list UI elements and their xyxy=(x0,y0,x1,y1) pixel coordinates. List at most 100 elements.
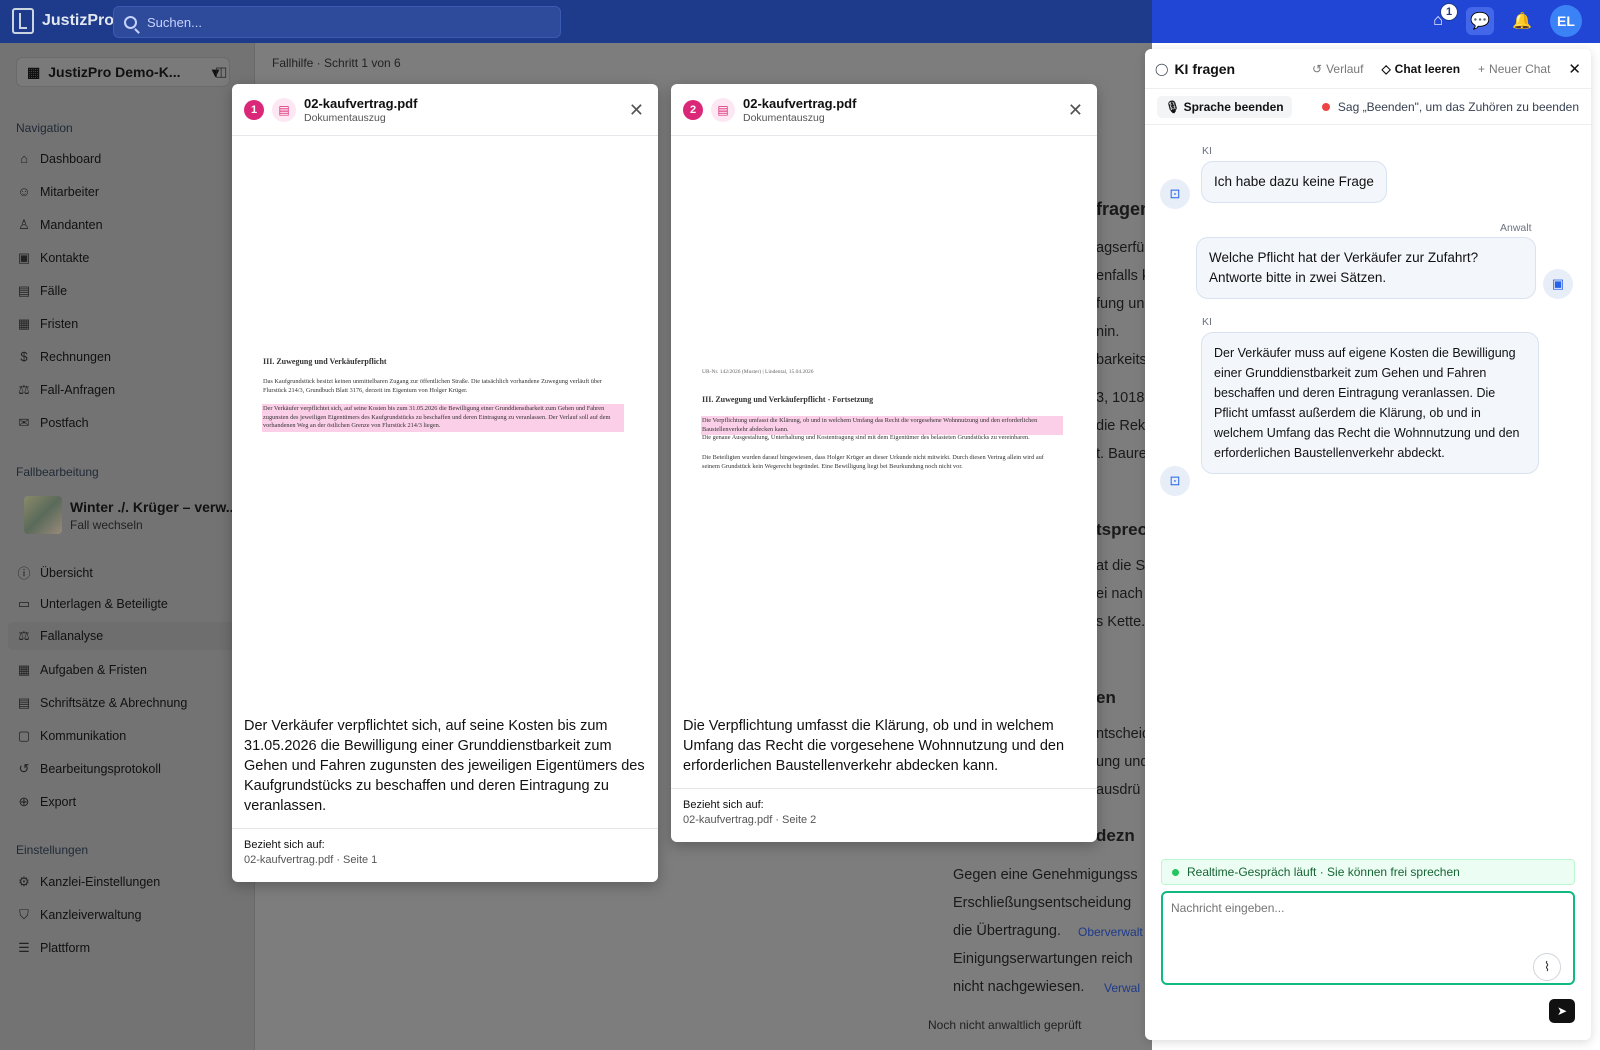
notification-count-badge: 1 xyxy=(1440,3,1458,21)
stop-voice-button[interactable]: 🎙 Sprache beenden xyxy=(1157,95,1292,118)
excerpt-text: Die Verpflichtung umfasst die Klärung, o… xyxy=(683,718,1065,774)
info-icon: ⓘ xyxy=(17,566,31,581)
dashboard-icon: ⌂ xyxy=(20,151,28,166)
chat-bubble-icon: 💬 xyxy=(1470,13,1490,30)
bg-fragment: ei nach xyxy=(1096,586,1143,602)
message-list[interactable]: KI ⊡ Ich habe dazu keine Frage Anwalt We… xyxy=(1145,125,1591,825)
close-icon[interactable]: ✕ xyxy=(629,100,644,121)
nav-unterlagen[interactable]: ▭ Unterlagen & Beteiligte xyxy=(16,596,168,612)
inbox-tray-button[interactable]: ⌂ 1 xyxy=(1424,3,1458,35)
bg-fragment: die Rek xyxy=(1096,418,1146,434)
nav-mandanten[interactable]: ♙ Mandanten xyxy=(16,217,103,233)
reference-label: Bezieht sich auf: xyxy=(683,799,764,811)
nav-kanzleiverwaltung[interactable]: ⛉ Kanzleiverwaltung xyxy=(16,907,141,923)
excerpt-number-badge: 1 xyxy=(244,99,264,120)
section-settings: Einstellungen xyxy=(16,843,89,857)
briefcase-icon: ▤ xyxy=(17,283,31,298)
nav-label: Übersicht xyxy=(40,565,93,580)
workspace-name: JustizPro Demo-K... xyxy=(48,64,181,80)
nav-label: Kommunikation xyxy=(40,729,127,743)
bg-fragment: agserfü xyxy=(1096,240,1145,256)
nav-rechnungen[interactable]: $ Rechnungen xyxy=(16,349,111,364)
nav-plattform[interactable]: ☰ Plattform xyxy=(16,940,90,956)
user-avatar[interactable]: EL xyxy=(1550,5,1582,37)
chat-toggle-button[interactable]: 💬 xyxy=(1466,7,1494,35)
modal-subtitle: Dokumentauszug xyxy=(743,111,825,124)
nav-postfach[interactable]: ✉ Postfach xyxy=(16,415,89,431)
workspace-selector[interactable]: ▦ JustizPro Demo-K... ▾ xyxy=(16,57,230,87)
top-bar-actions: ⌂ 1 💬 🔔 EL xyxy=(1424,3,1582,37)
bg-fragment: Verwal xyxy=(1104,981,1141,995)
nav-faelle[interactable]: ▤ Fälle xyxy=(16,283,67,299)
nav-label: Rechnungen xyxy=(40,349,111,364)
nav-fall-anfragen[interactable]: ⚖ Fall-Anfragen xyxy=(16,382,115,398)
export-icon: ⊕ xyxy=(18,794,30,809)
close-chat-icon[interactable]: ✕ xyxy=(1568,60,1581,78)
reference-source[interactable]: 02-kaufvertrag.pdf · Seite 2 xyxy=(683,814,1085,826)
live-dot xyxy=(1172,868,1179,876)
calendar-icon: ▦ xyxy=(17,316,31,331)
nav-kanzlei-einstellungen[interactable]: ⚙ Kanzlei-Einstellungen xyxy=(16,874,160,890)
nav-dashboard[interactable]: ⌂ Dashboard xyxy=(16,151,101,166)
modal-header: 1 ▤ 02-kaufvertrag.pdf Dokumentauszug ✕ xyxy=(232,84,658,136)
nav-schriftsaetze[interactable]: ▤ Schriftsätze & Abrechnung xyxy=(16,695,187,711)
case-title: Winter ./. Krüger – verw... xyxy=(70,498,238,515)
sidebar-collapse-button[interactable]: ◫ xyxy=(215,64,227,80)
clear-chat-button[interactable]: ◇ Chat leeren xyxy=(1381,62,1460,76)
ai-chat-panel: ◯ KI fragen ↺ Verlauf ◇ Chat leeren + Neuer… xyxy=(1145,49,1591,1040)
listening-indicator: Sag „Beenden", um das Zuhören zu beenden xyxy=(1321,100,1579,114)
gear-icon: ⚙ xyxy=(18,874,30,889)
close-icon[interactable]: ✕ xyxy=(1068,100,1083,121)
new-chat-button[interactable]: + Neuer Chat xyxy=(1478,62,1550,76)
inbox-icon: ✉ xyxy=(18,415,30,430)
bg-fragment: ntscheid xyxy=(1096,726,1151,742)
message-role: KI xyxy=(1202,145,1212,157)
excerpt-number-badge: 2 xyxy=(683,99,703,120)
new-chat-label: Neuer Chat xyxy=(1489,61,1551,76)
nav-uebersicht[interactable]: ⓘ Übersicht xyxy=(16,563,93,582)
case-thumbnail xyxy=(24,496,62,534)
bell-icon: 🔔 xyxy=(1512,13,1532,30)
nav-fristen[interactable]: ▦ Fristen xyxy=(16,316,78,332)
bg-fragment: s Kette. xyxy=(1096,614,1146,630)
pdf-paragraph: Das Kaufgrundstück besitzt keinen unmitt… xyxy=(263,378,602,394)
nav-aufgaben[interactable]: ▦ Aufgaben & Fristen xyxy=(16,662,147,678)
current-case[interactable]: Winter ./. Krüger – verw... Fall wechsel… xyxy=(24,496,237,534)
notifications-button[interactable]: 🔔 xyxy=(1508,7,1536,35)
send-icon[interactable]: ➤ xyxy=(1549,999,1575,1023)
pdf-paragraph: Die Beteiligten wurden darauf hingewiese… xyxy=(702,454,1044,470)
nav-protokoll[interactable]: ↺ Bearbeitungsprotokoll xyxy=(16,761,161,777)
app-logo[interactable]: JustizPro xyxy=(12,8,114,34)
nav-kommunikation[interactable]: ▢ Kommunikation xyxy=(16,728,126,744)
bg-fragment: nin. xyxy=(1096,324,1120,340)
nav-kontakte[interactable]: ▣ Kontakte xyxy=(16,250,90,266)
clear-chat-label: Chat leeren xyxy=(1394,61,1461,76)
bg-fragment: die Übertragung. xyxy=(953,923,1062,939)
message-role: Anwalt xyxy=(1500,222,1532,234)
nav-mitarbeiter[interactable]: ☺ Mitarbeiter xyxy=(16,184,99,199)
paperclip-icon[interactable]: ⌇ xyxy=(1533,953,1561,981)
stop-voice-label: Sprache beenden xyxy=(1183,99,1284,114)
global-search[interactable]: Suchen... xyxy=(113,6,561,38)
modal-filename: 02-kaufvertrag.pdf xyxy=(304,95,418,111)
nav-fallanalyse[interactable]: ⚖ Fallanalyse xyxy=(8,622,238,650)
modal-subtitle: Dokumentauszug xyxy=(304,111,386,124)
case-switch-link[interactable]: Fall wechseln xyxy=(70,518,237,532)
search-placeholder: Suchen... xyxy=(147,14,202,30)
history-label: Verlauf xyxy=(1326,61,1364,76)
history-button[interactable]: ↺ Verlauf xyxy=(1312,62,1363,76)
pdf-page-preview[interactable]: UR-Nr. 142/2026 (Muster) | Lindental, 15… xyxy=(671,136,1097,716)
chat-header: ◯ KI fragen ↺ Verlauf ◇ Chat leeren + Neuer… xyxy=(1145,49,1591,89)
reference-source[interactable]: 02-kaufvertrag.pdf · Seite 1 xyxy=(244,854,646,866)
message-input[interactable] xyxy=(1161,891,1575,985)
pdf-page-header: UR-Nr. 142/2026 (Muster) | Lindental, 15… xyxy=(702,369,814,375)
nav-label: Plattform xyxy=(40,941,91,955)
history-icon: ↺ xyxy=(18,761,30,776)
history-icon: ↺ xyxy=(1312,61,1323,76)
pdf-page-preview[interactable]: III. Zuwegung und Verkäuferpflicht Das K… xyxy=(232,136,658,716)
pdf-file-icon: ▤ xyxy=(272,97,296,122)
nav-label: Mandanten xyxy=(40,218,103,232)
scale-icon: ⚖ xyxy=(18,628,30,643)
bg-fragment: Gegen eine Genehmigungss xyxy=(953,867,1138,883)
nav-export[interactable]: ⊕ Export xyxy=(16,794,77,810)
